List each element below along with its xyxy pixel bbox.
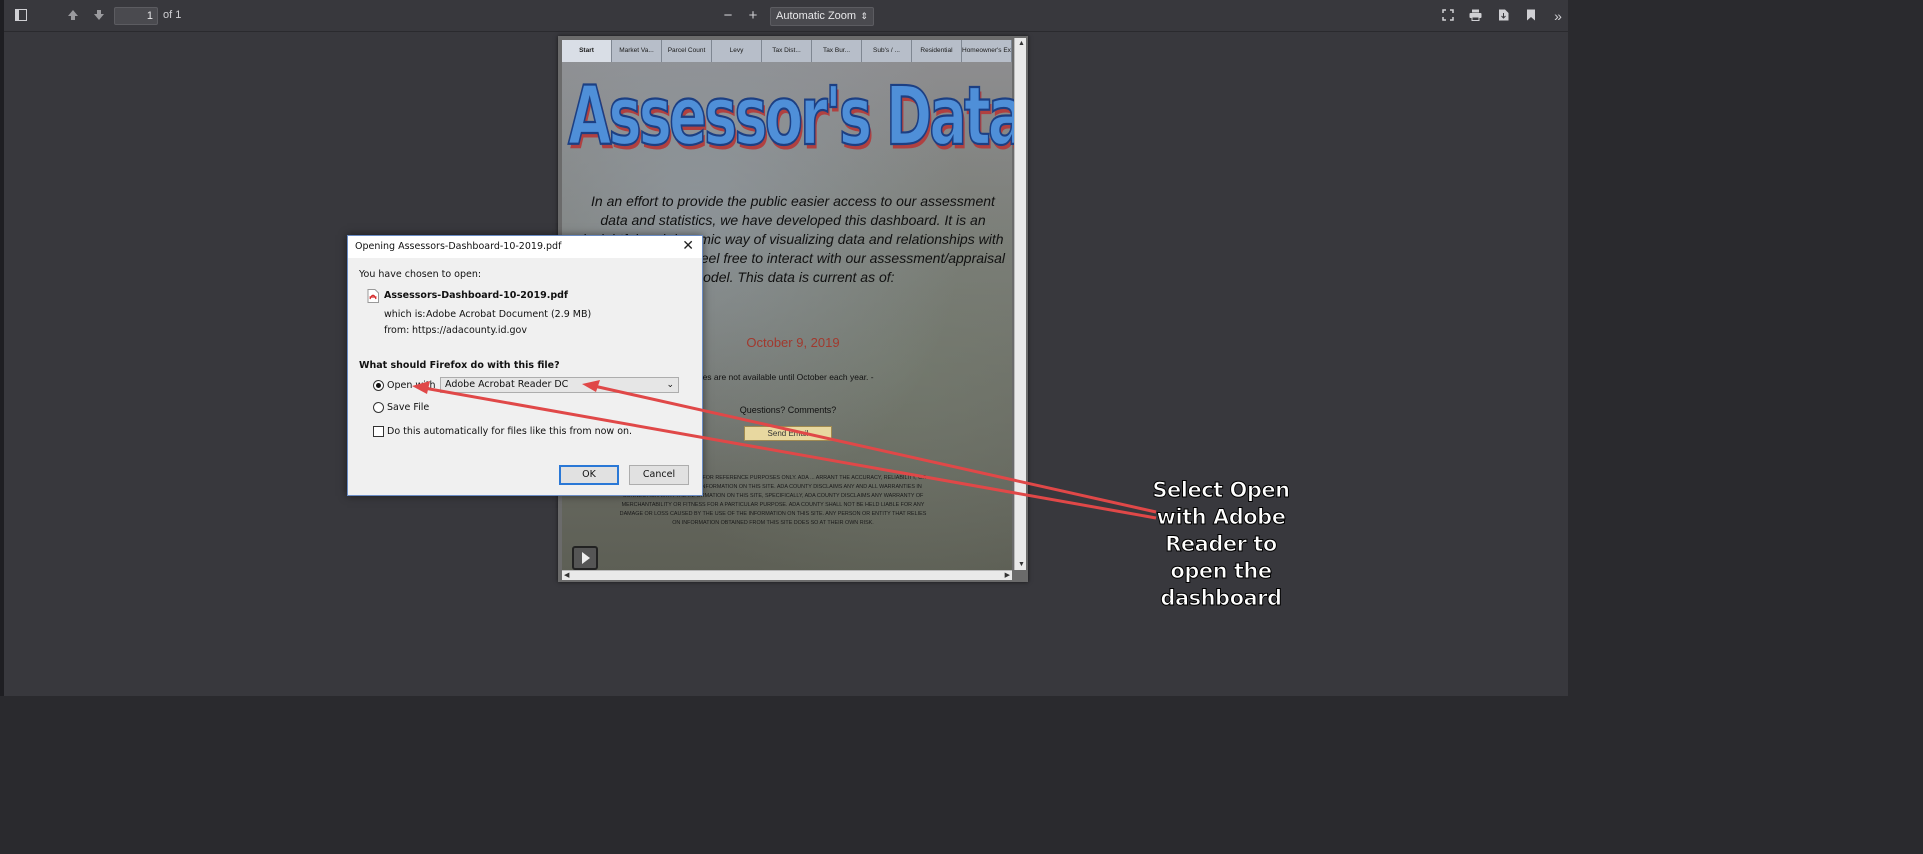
presentation-mode-icon[interactable] [1439, 6, 1457, 26]
pdf-file-icon [367, 289, 379, 303]
play-icon[interactable] [572, 546, 598, 570]
callout-line: Reader to [1165, 532, 1278, 557]
auto-action-label[interactable]: Do this automatically for files like thi… [387, 426, 632, 437]
instruction-callout: Select Open with Adobe Reader to open th… [1136, 477, 1306, 612]
callout-line: Select Open [1152, 478, 1291, 503]
open-with-app-select[interactable]: Adobe Acrobat Reader DC ⌄ [440, 377, 679, 393]
zoom-value: Automatic Zoom [776, 10, 857, 22]
previous-page-icon[interactable] [64, 6, 82, 26]
action-question: What should Firefox do with this file? [359, 360, 560, 371]
pdf-tab[interactable]: Sub's / ... [862, 40, 912, 62]
pdf-tab[interactable]: Levy [712, 40, 762, 62]
chevron-down-icon: ⌄ [666, 380, 674, 390]
file-name: Assessors-Dashboard-10-2019.pdf [384, 290, 569, 301]
pdf-tab[interactable]: Market Va... [612, 40, 662, 62]
download-icon[interactable] [1494, 6, 1512, 26]
scroll-left-icon[interactable]: ◀ [564, 571, 569, 579]
callout-line: open the [1170, 559, 1273, 584]
cancel-button[interactable]: Cancel [629, 465, 689, 485]
pdf-tab[interactable]: Tax Dist... [762, 40, 812, 62]
values-note: ty values are not available until Octobe… [678, 372, 874, 382]
pdf-tab[interactable]: Tax Bur... [812, 40, 862, 62]
page-count: of 1 [163, 9, 182, 21]
open-with-radio[interactable] [373, 380, 384, 391]
dialog-title: Opening Assessors-Dashboard-10-2019.pdf [355, 241, 562, 252]
send-email-button[interactable]: Send Email [744, 426, 832, 441]
scroll-right-icon[interactable]: ▶ [1005, 571, 1010, 579]
save-file-label[interactable]: Save File [387, 402, 429, 413]
zoom-out-button[interactable]: − [720, 6, 736, 26]
bookmark-icon[interactable] [1522, 6, 1540, 26]
pdf-tab[interactable]: Parcel Count [662, 40, 712, 62]
pdf-tab[interactable]: Residential [912, 40, 962, 62]
next-page-icon[interactable] [90, 6, 108, 26]
close-icon[interactable]: ✕ [682, 238, 694, 254]
ok-button[interactable]: OK [559, 465, 619, 485]
which-is-label: which is: [384, 309, 426, 320]
zoom-select[interactable]: Automatic Zoom ⇕ [770, 7, 874, 26]
open-with-app-value: Adobe Acrobat Reader DC [445, 379, 569, 390]
pdf-tab[interactable]: Start [562, 40, 612, 62]
scroll-down-icon[interactable]: ▼ [1018, 561, 1025, 568]
callout-line: with Adobe [1156, 505, 1286, 530]
file-source: https://adacounty.id.gov [412, 325, 527, 336]
auto-action-checkbox[interactable] [373, 426, 384, 437]
pdf-tab-bar: Start Market Va... Parcel Count Levy Tax… [562, 40, 1012, 62]
zoom-in-button[interactable]: + [745, 6, 761, 26]
chevron-updown-icon: ⇕ [860, 11, 868, 21]
questions-label: Questions? Comments? [739, 405, 837, 415]
pdf-viewer: of 1 − + Automatic Zoom ⇕ » Start Market… [0, 0, 1568, 696]
from-label: from: [384, 325, 410, 336]
chosen-label: You have chosen to open: [359, 269, 482, 280]
open-with-label[interactable]: Open with [387, 380, 436, 391]
scroll-up-icon[interactable]: ▲ [1018, 40, 1025, 47]
open-file-dialog: Opening Assessors-Dashboard-10-2019.pdf … [347, 235, 703, 496]
callout-line: dashboard [1160, 586, 1283, 611]
page-number-input[interactable] [114, 7, 158, 25]
print-icon[interactable] [1466, 6, 1484, 26]
pdf-tab[interactable]: Homeowner's Exem... [962, 40, 1012, 62]
viewer-toolbar: of 1 − + Automatic Zoom ⇕ » [4, 0, 1568, 32]
tools-icon[interactable]: » [1550, 6, 1566, 26]
dashboard-title: Assessor's Data Dashboard [567, 69, 1028, 165]
save-file-radio[interactable] [373, 402, 384, 413]
pdf-vertical-scrollbar[interactable]: ▲ ▼ [1014, 38, 1026, 570]
file-type: Adobe Acrobat Document (2.9 MB) [426, 309, 592, 320]
dialog-titlebar: Opening Assessors-Dashboard-10-2019.pdf … [348, 236, 702, 258]
sidebar-toggle-icon[interactable] [12, 6, 30, 26]
pdf-horizontal-scrollbar[interactable]: ◀ ▶ [562, 570, 1012, 580]
